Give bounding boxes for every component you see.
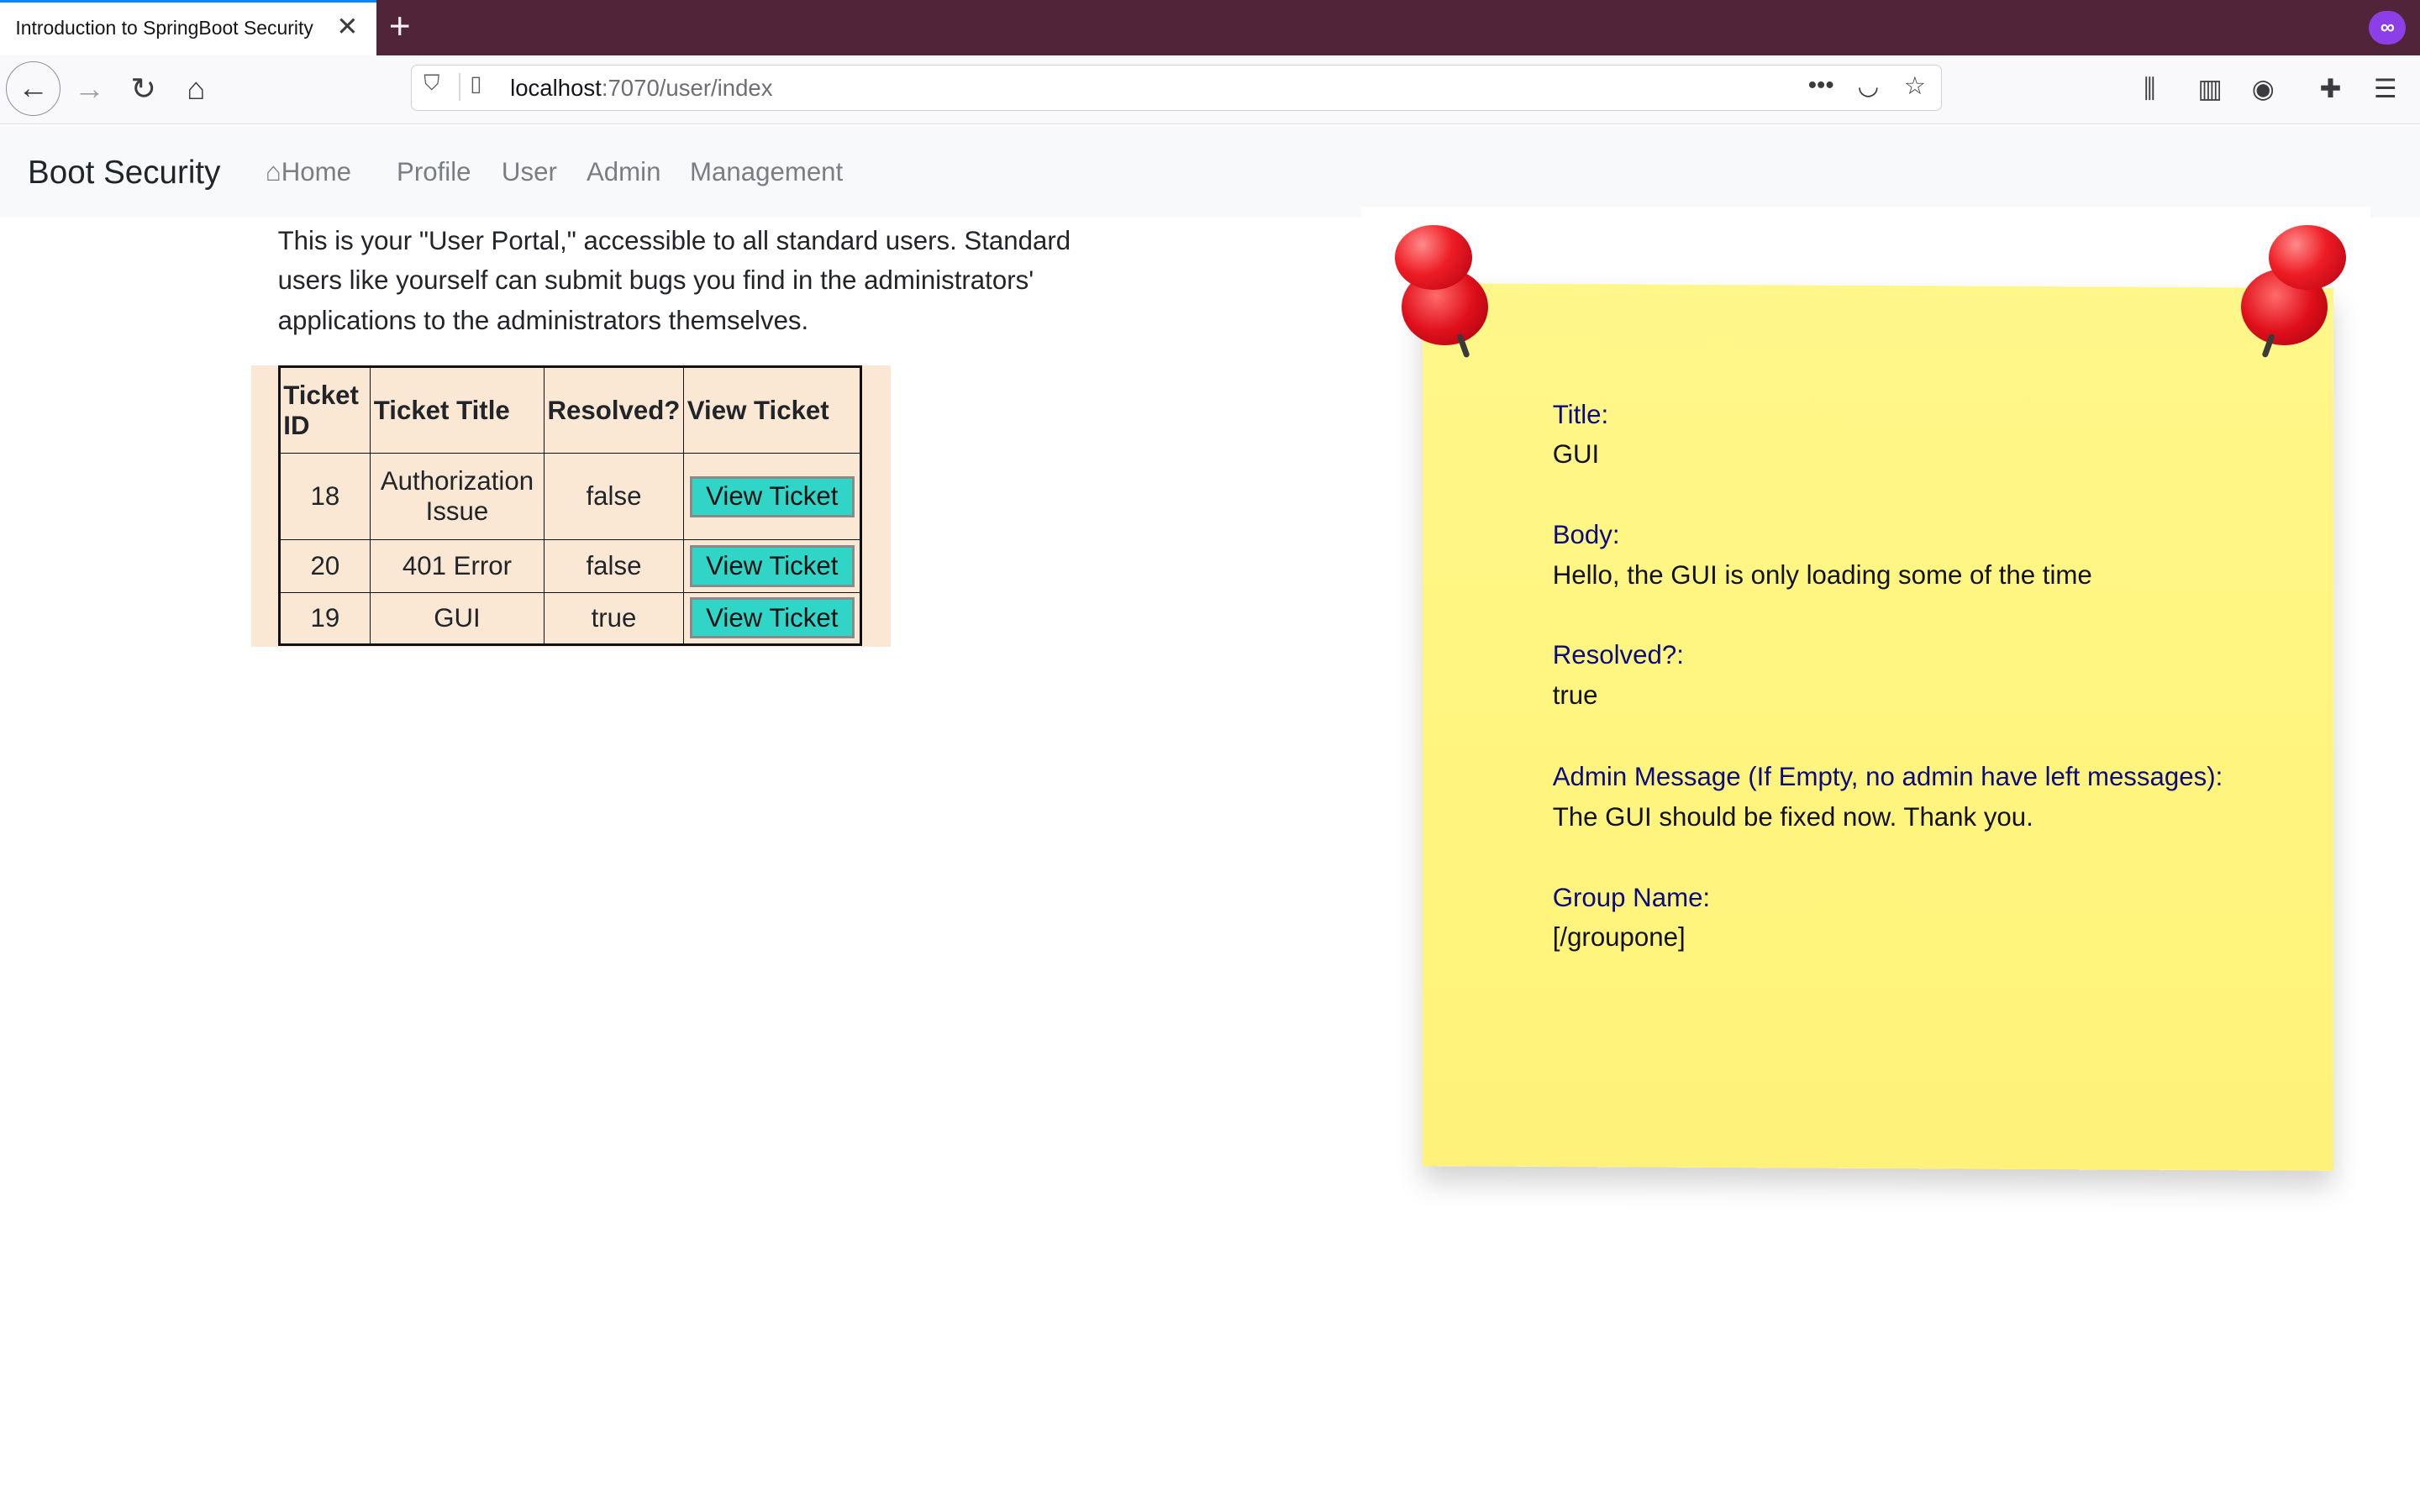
ticket-resolved: true	[543, 591, 685, 646]
more-actions-icon[interactable]: •••	[1808, 71, 1834, 100]
url-bar[interactable]: ⛉ ▯ localhost:7070/user/index ••• ◡ ☆	[410, 65, 1942, 112]
brand-link[interactable]: Boot Security	[28, 155, 220, 192]
url-host: localhost	[510, 75, 602, 102]
tab-strip: Introduction to SpringBoot Security ✕ + …	[0, 0, 2420, 56]
ticket-resolved: false	[543, 539, 685, 593]
extensions-icon[interactable]: ✚	[2320, 74, 2342, 104]
table-row: 18 Authorization Issue false View Ticket	[278, 453, 862, 541]
ticket-action-cell: View Ticket	[683, 539, 862, 593]
close-tab-icon[interactable]: ✕	[336, 12, 358, 43]
nav-home-label: Home	[281, 157, 352, 187]
forward-icon[interactable]: →	[61, 61, 117, 117]
view-ticket-button[interactable]: View Ticket	[689, 597, 855, 639]
tickets-table-container: Ticket ID Ticket Title Resolved? View Ti…	[251, 365, 891, 647]
header-resolved: Resolved?	[543, 366, 685, 454]
note-group-label: Group Name:	[1552, 882, 1711, 912]
view-ticket-button[interactable]: View Ticket	[689, 545, 855, 587]
page-icon: ▯	[470, 72, 482, 97]
ticket-title: Authorization Issue	[370, 453, 544, 541]
note-resolved-label: Resolved?:	[1552, 640, 1684, 670]
home-icon[interactable]: ⌂	[168, 61, 224, 117]
note-body-value: Hello, the GUI is only loading some of t…	[1552, 559, 2092, 590]
note-admin-value: The GUI should be fixed now. Thank you.	[1552, 802, 2033, 832]
active-tab[interactable]: Introduction to SpringBoot Security ✕	[0, 0, 377, 56]
url-separator	[459, 73, 461, 102]
ticket-title: GUI	[370, 591, 544, 646]
sidebar-icon[interactable]: ▥	[2197, 74, 2223, 104]
header-view-ticket: View Ticket	[683, 366, 862, 454]
note-body-label: Body:	[1552, 519, 1620, 549]
ticket-action-cell: View Ticket	[683, 453, 862, 541]
reload-icon[interactable]: ↻	[116, 61, 171, 117]
url-path: :7070/user/index	[601, 75, 773, 102]
table-row: 20 401 Error false View Ticket	[278, 539, 862, 593]
ticket-id: 20	[278, 539, 371, 593]
account-icon[interactable]: ◉	[2252, 74, 2275, 104]
ticket-resolved: false	[543, 453, 685, 541]
intro-text: This is your "User Portal," accessible t…	[277, 225, 1071, 336]
note-group-value: [/groupone]	[1552, 922, 1686, 953]
note-admin-label: Admin Message (If Empty, no admin have l…	[1552, 762, 2223, 792]
private-browsing-icon: ∞	[2369, 10, 2407, 45]
ticket-title: 401 Error	[370, 539, 544, 593]
nav-home[interactable]: ⌂Home	[266, 157, 351, 187]
note-resolved-value: true	[1552, 680, 1598, 710]
url-text[interactable]: localhost:7070/user/index	[510, 75, 772, 102]
table-row: 19 GUI true View Ticket	[278, 591, 862, 646]
pushpin-right-icon	[2240, 225, 2349, 364]
shield-icon[interactable]: ⛉	[424, 71, 439, 97]
browser-toolbar: ← → ↻ ⌂ ⛉ ▯ localhost:7070/user/index ••…	[0, 55, 2420, 124]
nav-user[interactable]: User	[502, 157, 557, 187]
menu-icon[interactable]: ☰	[2374, 74, 2397, 104]
header-ticket-title: Ticket Title	[370, 366, 544, 454]
library-icon[interactable]: ⫼	[2144, 74, 2155, 105]
note-title-label: Title:	[1552, 399, 1609, 429]
pocket-icon[interactable]: ◡	[1858, 71, 1880, 101]
ticket-id: 18	[278, 453, 371, 541]
pushpin-left-icon	[1386, 225, 1494, 364]
ticket-action-cell: View Ticket	[683, 591, 862, 646]
header-ticket-id: Ticket ID	[278, 366, 371, 454]
ticket-id: 19	[278, 591, 371, 646]
nav-profile[interactable]: Profile	[397, 157, 471, 187]
tab-title: Introduction to SpringBoot Security	[15, 16, 313, 39]
note-title-value: GUI	[1552, 439, 1600, 470]
nav-admin[interactable]: Admin	[587, 157, 661, 187]
bookmark-star-icon[interactable]: ☆	[1904, 71, 1926, 101]
tickets-table: Ticket ID Ticket Title Resolved? View Ti…	[277, 365, 863, 647]
home-icon: ⌂	[265, 157, 281, 187]
nav-management[interactable]: Management	[690, 157, 843, 187]
back-icon[interactable]: ←	[6, 61, 60, 116]
new-tab-icon[interactable]: +	[389, 5, 411, 48]
app-navbar: Boot Security ⌂Home Profile User Admin M…	[0, 124, 2420, 218]
view-ticket-button[interactable]: View Ticket	[689, 475, 855, 517]
